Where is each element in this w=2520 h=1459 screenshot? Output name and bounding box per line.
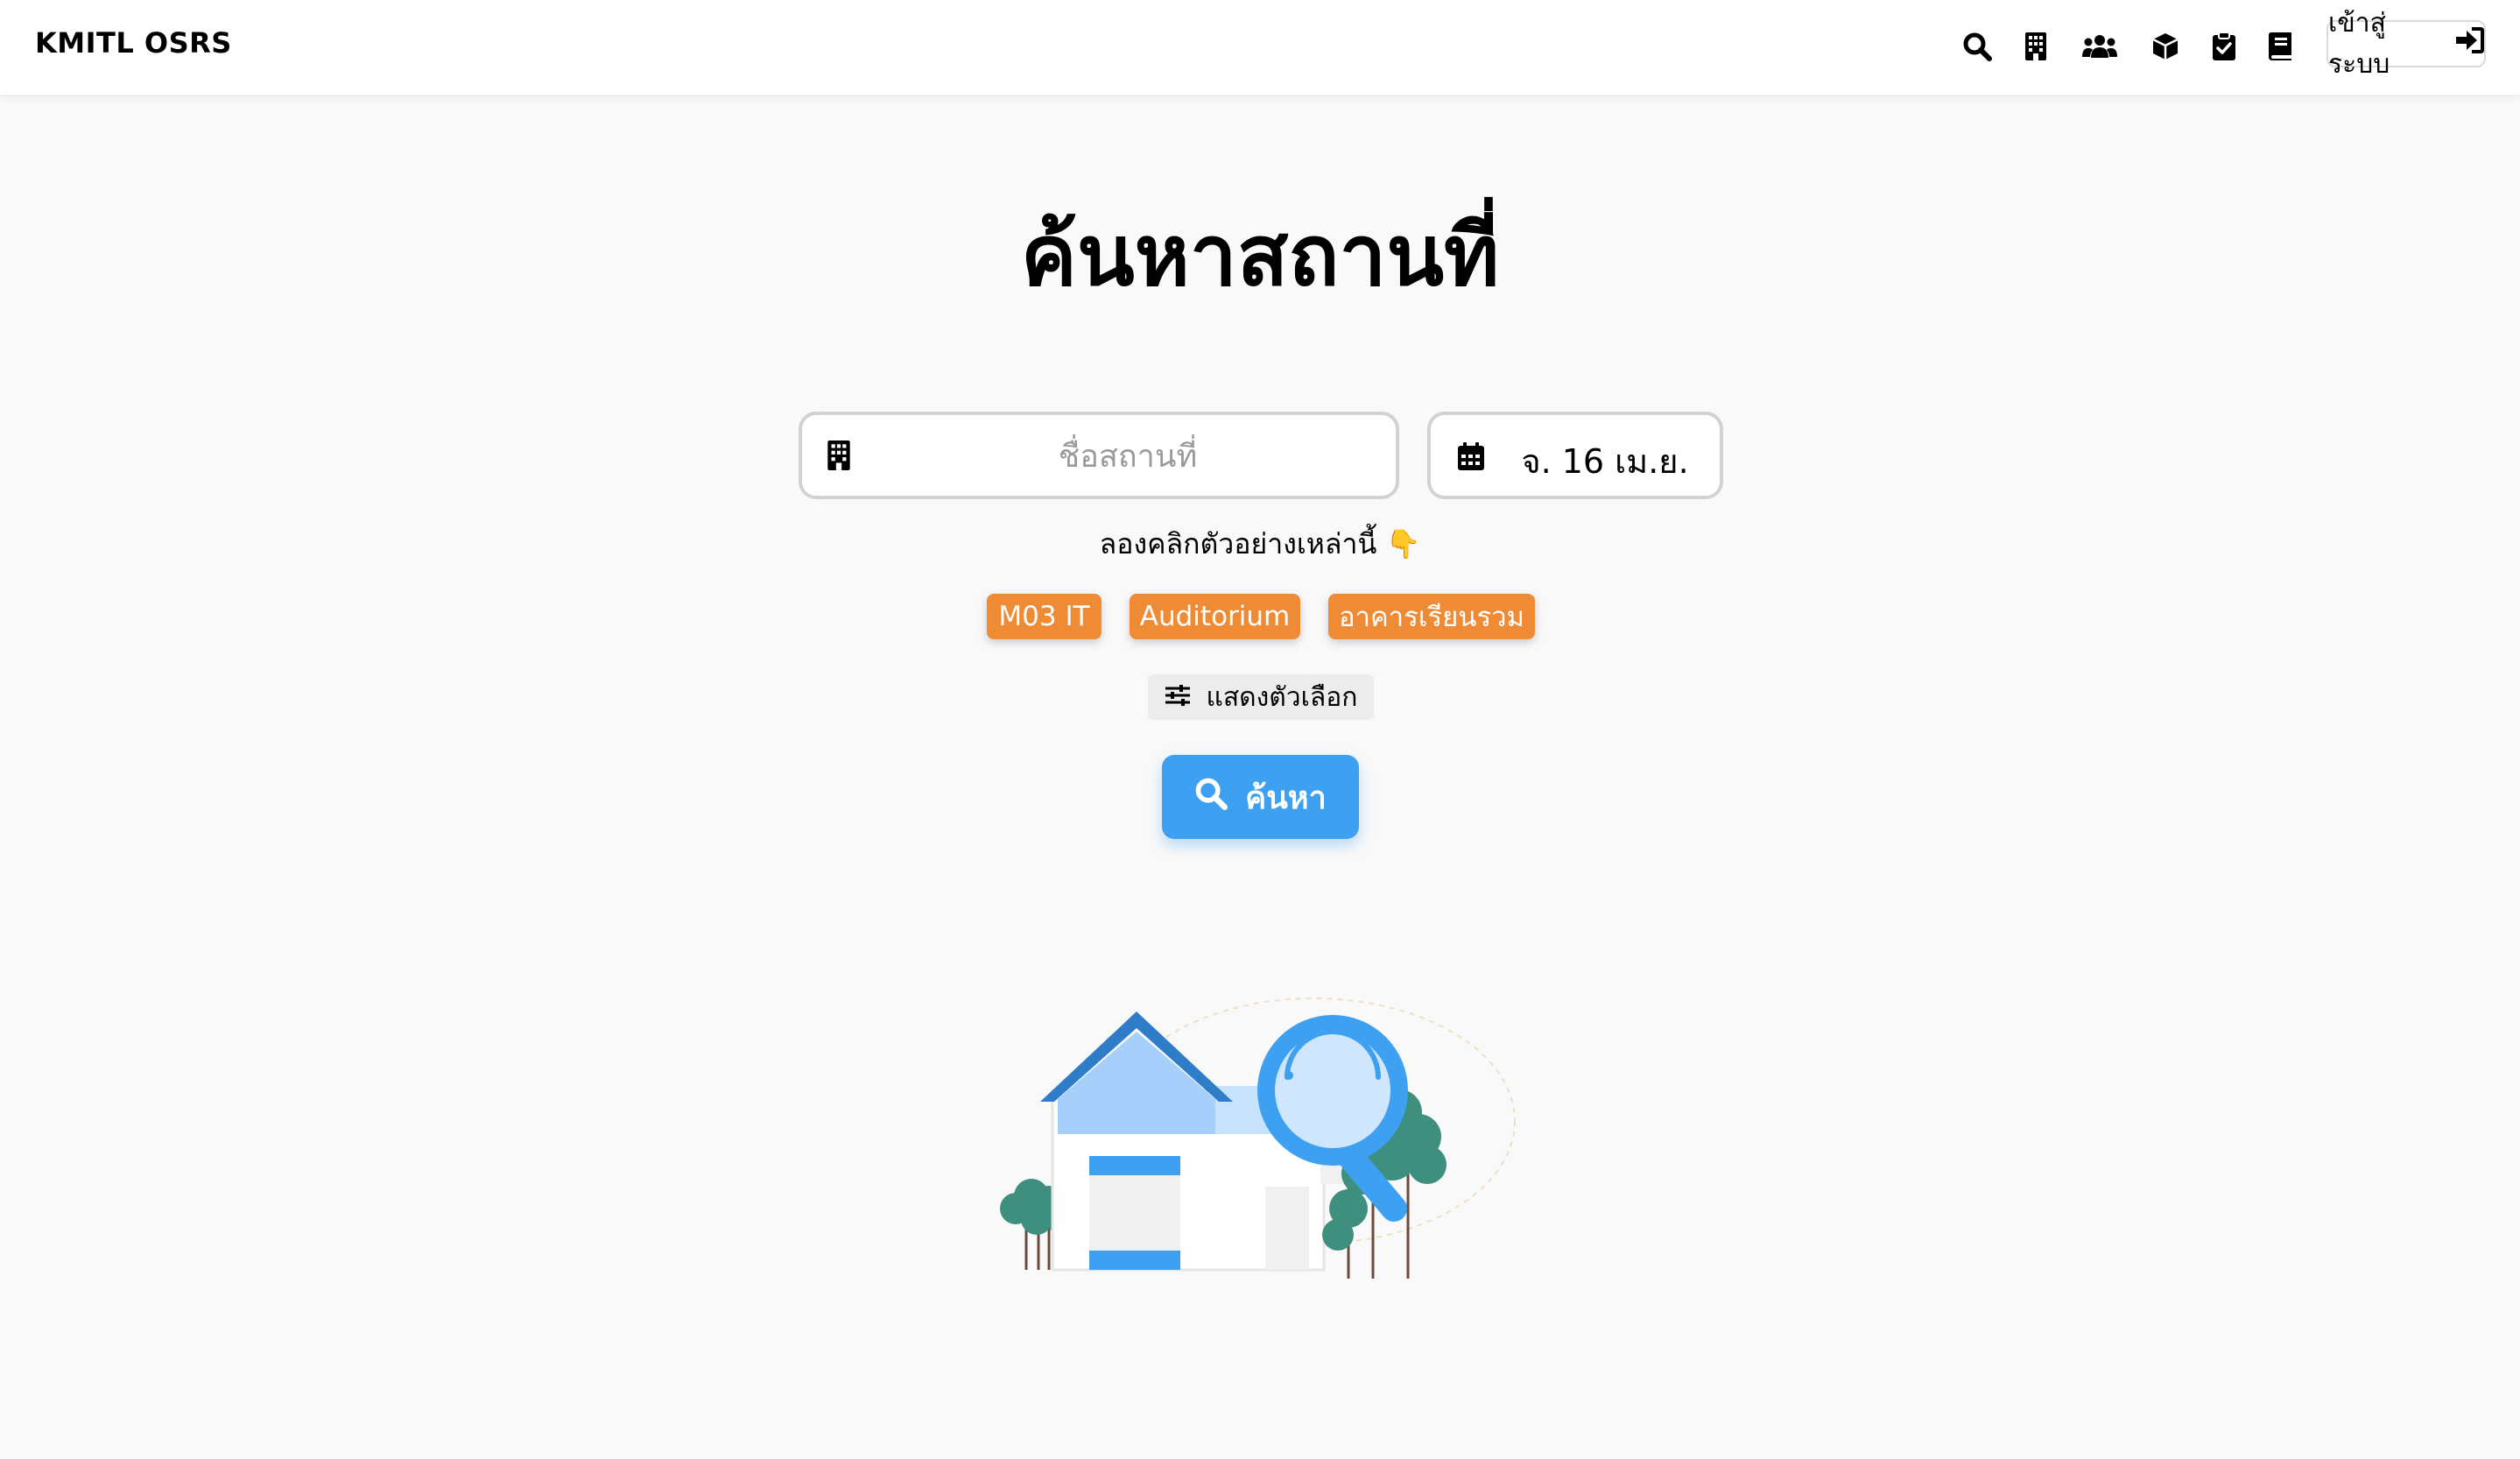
search-button[interactable]: ค้นหา [1162,755,1359,839]
sign-in-icon [2454,27,2484,60]
book-icon[interactable] [2259,25,2303,68]
login-button[interactable]: เข้าสู่ระบบ [2326,8,2486,80]
search-icon [1194,777,1228,818]
sliders-icon [1165,682,1191,713]
top-navbar: KMITL OSRS เข้าสู่ระบบ [0,0,2520,95]
example-chip-building[interactable]: อาคารเรียนรวม [1328,594,1535,639]
brand-logo[interactable]: KMITL OSRS [35,26,232,60]
place-search-input[interactable] [872,422,1383,490]
login-label: เข้าสู่ระบบ [2328,8,2390,80]
show-options-label: แสดงตัวเลือก [1206,681,1358,713]
search-building-illustration [981,990,1541,1291]
date-picker[interactable]: จ. 16 เม.ย. [1427,412,1723,499]
example-chip-auditorium[interactable]: Auditorium [1130,594,1300,639]
show-options-button[interactable]: แสดงตัวเลือก [1148,674,1374,720]
building-icon[interactable] [2014,25,2058,68]
users-icon[interactable] [2078,25,2122,68]
example-chip-m03-it[interactable]: M03 IT [987,594,1102,639]
calendar-icon [1457,441,1485,475]
place-search-field[interactable] [799,412,1399,499]
search-icon[interactable] [1955,25,1999,68]
page-title: ค้นหาสถานที่ [1020,207,1500,305]
date-value: จ. 16 เม.ย. [1521,442,1689,481]
clipboard-check-icon[interactable] [2202,25,2246,68]
search-button-label: ค้นหา [1245,779,1327,816]
box-icon[interactable] [2143,25,2187,68]
building-icon [827,440,851,475]
example-hint: ลองคลิกตัวอย่างเหล่านี้ 👇 [1099,527,1421,560]
